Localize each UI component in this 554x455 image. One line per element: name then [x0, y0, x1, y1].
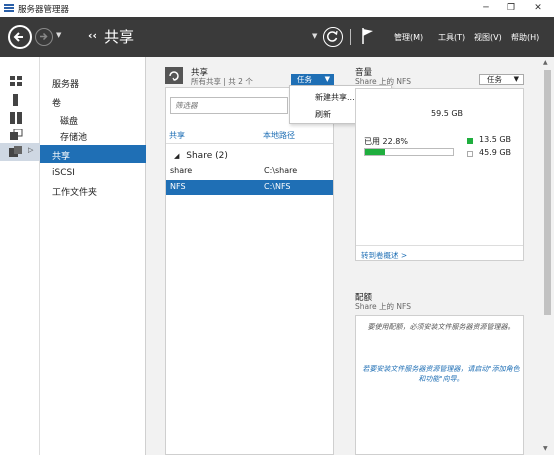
go-to-volume-overview-link[interactable]: 转到卷概述 >: [361, 250, 407, 261]
volume-link-divider: [356, 245, 523, 246]
history-dropdown-icon[interactable]: ▼: [56, 31, 61, 39]
minimize-button[interactable]: ─: [478, 2, 494, 15]
column-divider: [166, 143, 333, 144]
share-folder-icon: [165, 67, 183, 84]
table-row[interactable]: NFS C:\NFS: [166, 180, 333, 195]
all-servers-icon[interactable]: [9, 112, 23, 124]
scrollbar-thumb[interactable]: [544, 70, 551, 315]
share-path-cell: C:\share: [264, 166, 298, 175]
header-separator: [350, 29, 351, 45]
local-server-icon[interactable]: [9, 94, 23, 106]
column-header-share[interactable]: 共享: [169, 130, 185, 141]
scroll-up-icon[interactable]: ▲: [543, 59, 548, 66]
share-name-cell: NFS: [170, 182, 186, 191]
shares-subtitle: 所有共享 | 共 2 个: [191, 77, 253, 86]
arrow-left-icon: [13, 32, 23, 42]
shares-tasks-label: 任务: [297, 75, 312, 84]
nav-item-storage-pools[interactable]: 存储池: [60, 130, 87, 143]
nav-item-shares[interactable]: 共享: [52, 149, 70, 162]
expand-chevron-icon[interactable]: ▷: [28, 146, 33, 154]
header-dropdown-icon[interactable]: ▼: [312, 32, 317, 40]
collapse-triangle-icon: ◢: [174, 152, 180, 160]
menu-help[interactable]: 帮助(H): [511, 32, 539, 43]
volume-subtitle: Share 上的 NFS: [355, 77, 411, 86]
chevron-down-icon: ▼: [513, 75, 519, 83]
free-size: 45.9 GB: [479, 148, 512, 157]
install-fsrm-link[interactable]: 若要安装文件服务器资源管理器，请启动"添加角色和功能"向导。: [362, 364, 520, 384]
used-percent-label: 已用 22.8%: [364, 137, 408, 146]
scroll-down-icon[interactable]: ▼: [543, 445, 548, 452]
nav-item-disks[interactable]: 磁盘: [60, 114, 78, 127]
menu-view[interactable]: 视图(V): [474, 32, 502, 43]
icon-rail: ▷: [0, 57, 40, 455]
group-label: Share (2): [186, 151, 228, 161]
volume-tasks-label: 任务: [487, 75, 502, 84]
chevron-down-icon: ▼: [324, 75, 330, 83]
page-title: 共享: [104, 28, 135, 46]
refresh-icon: [327, 30, 338, 42]
title-bar: 服务器管理器 ─ ❐ ✕: [0, 0, 554, 17]
share-name-cell: share: [170, 166, 193, 175]
menu-item-refresh[interactable]: 刷新: [315, 109, 331, 120]
filter-field[interactable]: [170, 97, 288, 114]
volume-tasks-button[interactable]: 任务 ▼: [479, 74, 524, 85]
quota-panel: [355, 315, 524, 455]
nav-item-servers[interactable]: 服务器: [52, 77, 79, 90]
filter-input[interactable]: [171, 98, 287, 113]
back-button[interactable]: [8, 25, 32, 49]
breadcrumb-arrows: ‹‹: [88, 29, 98, 42]
nav-panel: 服务器 卷 磁盘 存储池 共享 iSCSI 工作文件夹: [40, 57, 146, 455]
table-row[interactable]: share C:\share: [166, 164, 333, 179]
usage-bar: [364, 148, 454, 156]
group-header[interactable]: ◢ Share (2): [174, 151, 228, 161]
share-path-cell: C:\NFS: [264, 182, 291, 191]
quota-message: 要使用配额，必须安装文件服务器资源管理器。: [367, 323, 515, 331]
file-services-icon[interactable]: [9, 146, 23, 158]
capacity-value: 59.5 GB: [431, 109, 464, 118]
menu-manage[interactable]: 管理(M): [394, 32, 423, 43]
close-button[interactable]: ✕: [530, 2, 546, 15]
menu-item-new-share[interactable]: 新建共享...: [315, 92, 355, 103]
column-header-local-path[interactable]: 本地路径: [263, 130, 295, 141]
usage-bar-fill: [365, 149, 386, 155]
shares-tasks-button[interactable]: 任务 ▼: [291, 74, 334, 85]
menu-tools[interactable]: 工具(T): [438, 32, 465, 43]
used-legend-swatch: [467, 138, 473, 144]
maximize-button[interactable]: ❐: [503, 2, 519, 15]
server-manager-icon: [4, 4, 14, 12]
window-title: 服务器管理器: [18, 5, 70, 15]
arrow-right-icon: [40, 32, 48, 41]
file-storage-icon[interactable]: [9, 129, 23, 141]
header-bar: ▼ ‹‹ 共享 ▼ 管理(M) 工具(T) 视图(V) 帮助(H): [0, 17, 554, 57]
refresh-button[interactable]: [323, 27, 343, 47]
quota-subtitle: Share 上的 NFS: [355, 302, 411, 311]
nav-item-iscsi[interactable]: iSCSI: [52, 168, 75, 178]
nav-item-volumes[interactable]: 卷: [52, 96, 61, 109]
nav-item-work-folders[interactable]: 工作文件夹: [52, 185, 97, 198]
notifications-flag-icon[interactable]: [361, 27, 375, 45]
used-size: 13.5 GB: [479, 135, 512, 144]
forward-button[interactable]: [35, 28, 53, 46]
dashboard-icon[interactable]: [9, 75, 23, 87]
free-legend-swatch: [467, 151, 473, 157]
